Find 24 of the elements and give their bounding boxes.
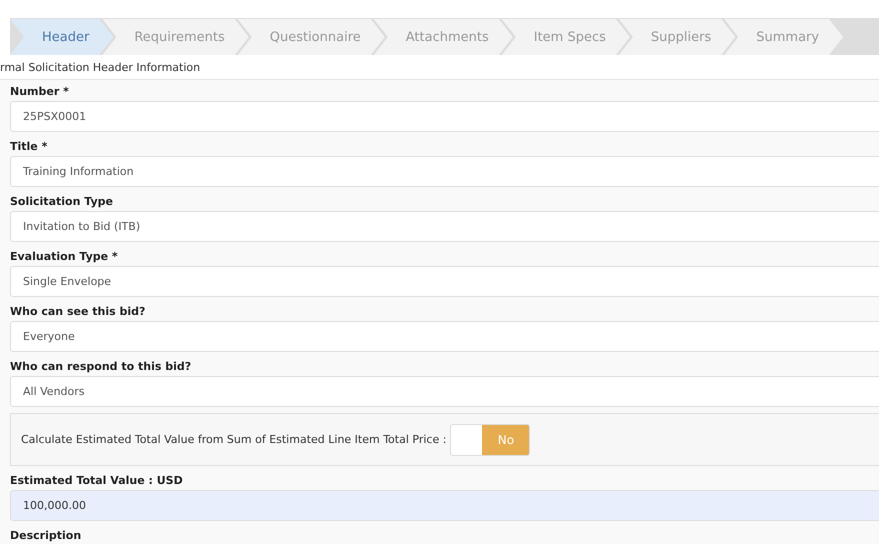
wizard-tab[interactable]: Questionnaire (238, 19, 385, 55)
wizard-tab[interactable]: Summary (724, 19, 844, 55)
wizard-tab[interactable]: Header (10, 19, 114, 55)
input-field[interactable]: Single Envelope (10, 266, 879, 297)
input-field[interactable]: Invitation to Bid (ITB) (10, 211, 879, 242)
input-field[interactable]: 25PSX0001 (10, 101, 879, 132)
input-field[interactable]: Training Information (10, 156, 879, 187)
field-label: Estimated Total Value : USD (10, 473, 183, 489)
field-label: Calculate Estimated Total Value from Sum of Estimated Line Item Total Price : (21, 432, 446, 448)
wizard-tab[interactable]: Suppliers (618, 19, 736, 55)
wizard-tab[interactable]: Item Specs (502, 19, 630, 55)
field-label: Description (10, 528, 82, 544)
field-label: Evaluation Type * (10, 249, 118, 265)
input-field[interactable]: 100,000.00 (10, 490, 879, 521)
wizard-tab[interactable]: Requirements (102, 19, 249, 55)
field-label: Title * (10, 139, 48, 155)
wizard-tab[interactable]: Attachments (374, 19, 513, 55)
field-label: Who can see this bid? (10, 304, 146, 320)
field-label: Number * (10, 84, 69, 100)
toggle-switch[interactable]: No (450, 424, 530, 456)
field-label: Who can respond to this bid? (10, 359, 192, 375)
input-field[interactable]: Everyone (10, 321, 879, 352)
input-field[interactable]: All Vendors (10, 376, 879, 407)
field-label: Solicitation Type (10, 194, 113, 210)
